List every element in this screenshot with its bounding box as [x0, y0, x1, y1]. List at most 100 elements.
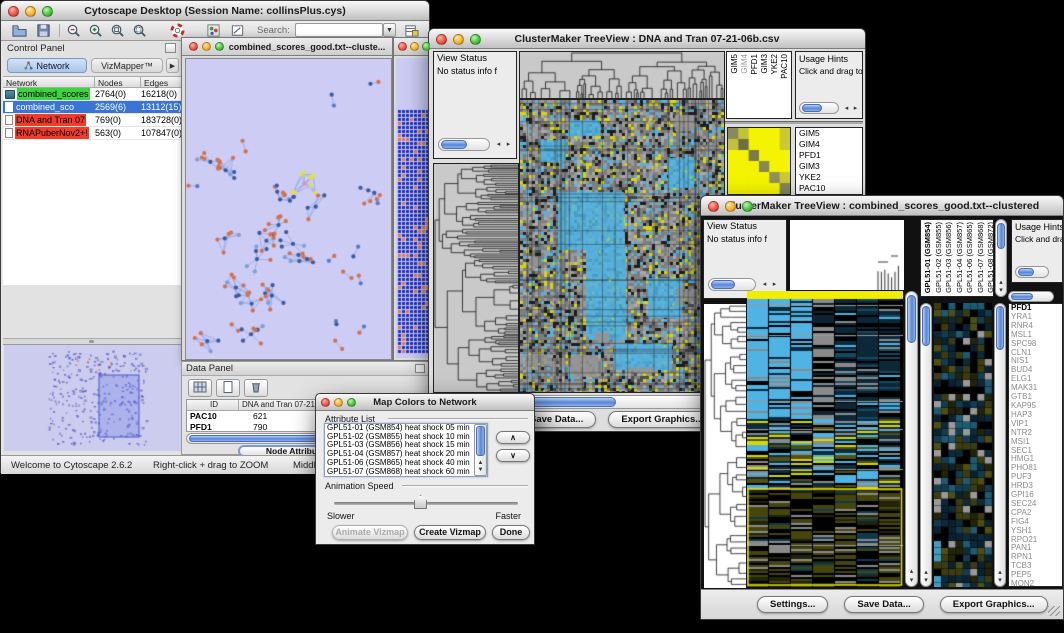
zoomview-left-vscrollbar[interactable]: ▴ ▾ — [920, 303, 932, 587]
attribute-list-vscrollbar[interactable]: ▲ ▼ — [474, 424, 487, 476]
grid-view-icon[interactable] — [188, 379, 212, 397]
treeview1-row-dendrogram[interactable] — [433, 163, 519, 393]
treeview2-heatmap-vscrollbar[interactable]: ▴ ▾ — [905, 291, 918, 587]
view-status-scrollbar[interactable] — [708, 278, 756, 291]
tab-network[interactable]: Network — [7, 58, 87, 73]
done-button[interactable]: Done — [492, 525, 530, 540]
minimize-icon[interactable] — [334, 398, 343, 407]
scroll-up-icon[interactable]: ▴ — [995, 569, 1005, 577]
maximize-icon[interactable] — [215, 42, 224, 51]
col-nodes[interactable]: Nodes — [95, 77, 141, 87]
close-icon[interactable] — [436, 34, 447, 45]
scroll-down-icon[interactable]: ▾ — [996, 287, 1006, 295]
tab-overflow-icon[interactable]: ▶ — [166, 58, 179, 73]
scroll-right-icon[interactable]: ▸ — [770, 281, 779, 289]
zoom-out-icon[interactable] — [63, 23, 83, 39]
usage-scrollbar[interactable] — [1015, 266, 1049, 278]
maximize-icon[interactable] — [347, 398, 356, 407]
grid-network-canvas[interactable] — [396, 58, 430, 358]
open-folder-icon[interactable] — [9, 23, 29, 39]
new-doc-icon[interactable] — [216, 379, 240, 397]
create-vizmap-button[interactable]: Create Vizmap — [414, 525, 486, 540]
minimize-icon[interactable] — [453, 34, 464, 45]
undock-icon[interactable] — [165, 43, 176, 53]
resize-grip[interactable] — [1048, 606, 1060, 616]
save-icon[interactable] — [33, 23, 53, 39]
treeview2-titlebar[interactable]: ClusterMaker TreeView : combined_scores_… — [701, 196, 1063, 216]
view-status-scrollbar[interactable] — [438, 138, 490, 151]
zoom-in-icon[interactable] — [85, 23, 105, 39]
scroll-down-icon[interactable]: ▼ — [475, 466, 486, 474]
undock-icon[interactable] — [415, 364, 425, 373]
treeview1-row-labels[interactable]: GIM5GIM4PFD1GIM3YKE2PAC10 — [795, 127, 863, 195]
minimize-icon[interactable] — [25, 6, 36, 17]
id-column-header[interactable]: ID — [187, 400, 239, 410]
dropdown-arrow-icon[interactable]: ▼ — [383, 23, 396, 37]
scroll-up-icon[interactable]: ▴ — [996, 279, 1006, 287]
treeview1-heatmap[interactable] — [519, 99, 725, 393]
treeview2-zoom-heatmap[interactable] — [934, 303, 992, 587]
zoom-region-icon[interactable] — [129, 23, 149, 39]
treeview2-row-dendrogram[interactable] — [703, 303, 747, 589]
network-table-row[interactable]: RNAPuberNov2+! 563(0) 107847(0) — [3, 127, 182, 140]
treeview2-column-labels[interactable]: GPL51-01 (GSM854)GPL51-02 (GSM855)GPL51-… — [920, 219, 994, 297]
trash-icon[interactable] — [244, 379, 268, 397]
scroll-down-icon[interactable]: ▾ — [921, 577, 931, 585]
treeview2-gene-list[interactable]: PFD1YRA1RNR4MSL1SPC98CLN1NIS1BUD4ELG1MAK… — [1008, 303, 1063, 587]
animate-vizmap-button[interactable]: Animate Vizmap — [332, 525, 408, 540]
scroll-left-icon[interactable]: ◂ — [842, 105, 851, 113]
grid-window-titlebar[interactable] — [394, 38, 430, 56]
scroll-right-icon[interactable]: ▸ — [504, 141, 513, 149]
scroll-down-icon[interactable]: ▾ — [906, 577, 917, 585]
birdseye-overview[interactable] — [4, 345, 182, 451]
treeview1-column-dendrogram[interactable] — [519, 51, 725, 99]
treeview2-column-dendrogram[interactable] — [789, 219, 905, 291]
treeview2-footer-button[interactable]: Settings... — [757, 596, 828, 613]
tab-vizmapper[interactable]: VizMapper™ — [91, 58, 163, 73]
minimize-icon[interactable] — [725, 201, 736, 212]
main-titlebar[interactable]: Cytoscape Desktop (Session Name: collins… — [1, 1, 429, 21]
close-icon[interactable] — [189, 42, 198, 51]
network-view-titlebar[interactable]: combined_scores_good.txt--cluste... — [182, 38, 392, 56]
scroll-up-icon[interactable]: ▴ — [921, 569, 931, 577]
minimize-icon[interactable] — [202, 42, 211, 51]
zoomview-right-vscrollbar[interactable]: ▴ ▾ — [994, 303, 1006, 587]
scroll-left-icon[interactable]: ◂ — [760, 281, 769, 289]
col-edges[interactable]: Edges — [141, 77, 181, 87]
network-table-row[interactable]: combined_sco 2569(6) 13112(15) — [3, 101, 182, 114]
close-icon[interactable] — [8, 6, 19, 17]
treeview1-column-labels[interactable]: GIM5GIM4PFD1GIM3YKE2PAC10 — [726, 51, 792, 119]
network-canvas[interactable] — [185, 58, 392, 360]
dialog-titlebar[interactable]: Map Colors to Network — [316, 394, 534, 411]
usage-scrollbar[interactable] — [799, 102, 839, 114]
maximize-icon[interactable] — [42, 6, 53, 17]
panel-divider[interactable] — [3, 338, 182, 345]
attribute-list[interactable]: GPL51-01 (GSM854) heat shock 05 minGPL51… — [324, 423, 488, 477]
network-table-row[interactable]: combined_scores 2764(0) 16218(0) — [3, 88, 182, 101]
column-labels-vscrollbar[interactable]: ▴ ▾ — [995, 219, 1007, 297]
close-icon[interactable] — [708, 201, 719, 212]
scroll-down-icon[interactable]: ▾ — [995, 577, 1005, 585]
gene-list-hscrollbar[interactable] — [1008, 291, 1054, 302]
maximize-icon[interactable] — [422, 42, 431, 51]
slider-thumb[interactable] — [414, 495, 427, 509]
minimize-icon[interactable] — [410, 42, 419, 51]
treeview2-footer-button[interactable]: Export Graphics... — [940, 596, 1048, 613]
move-down-button[interactable]: ∨ — [496, 449, 530, 462]
scroll-left-icon[interactable]: ◂ — [494, 141, 503, 149]
close-icon[interactable] — [398, 42, 407, 51]
treeview2-footer-button[interactable]: Save Data... — [844, 596, 923, 613]
treeview2-heatmap[interactable] — [747, 291, 903, 587]
treeview1-titlebar[interactable]: ClusterMaker TreeView : DNA and Tran 07-… — [429, 29, 865, 49]
search-input[interactable] — [295, 23, 383, 37]
maximize-icon[interactable] — [470, 34, 481, 45]
col-network[interactable]: Network — [3, 77, 95, 87]
scroll-up-icon[interactable]: ▴ — [906, 568, 917, 576]
zoom-fit-icon[interactable] — [107, 23, 127, 39]
close-icon[interactable] — [321, 398, 330, 407]
network-table-row[interactable]: DNA and Tran 07 769(0) 183728(0) — [3, 114, 182, 127]
scroll-right-icon[interactable]: ▸ — [851, 105, 860, 113]
treeview1-zoom-heatmap[interactable] — [727, 127, 791, 195]
move-up-button[interactable]: ∧ — [496, 431, 530, 444]
maximize-icon[interactable] — [742, 201, 753, 212]
